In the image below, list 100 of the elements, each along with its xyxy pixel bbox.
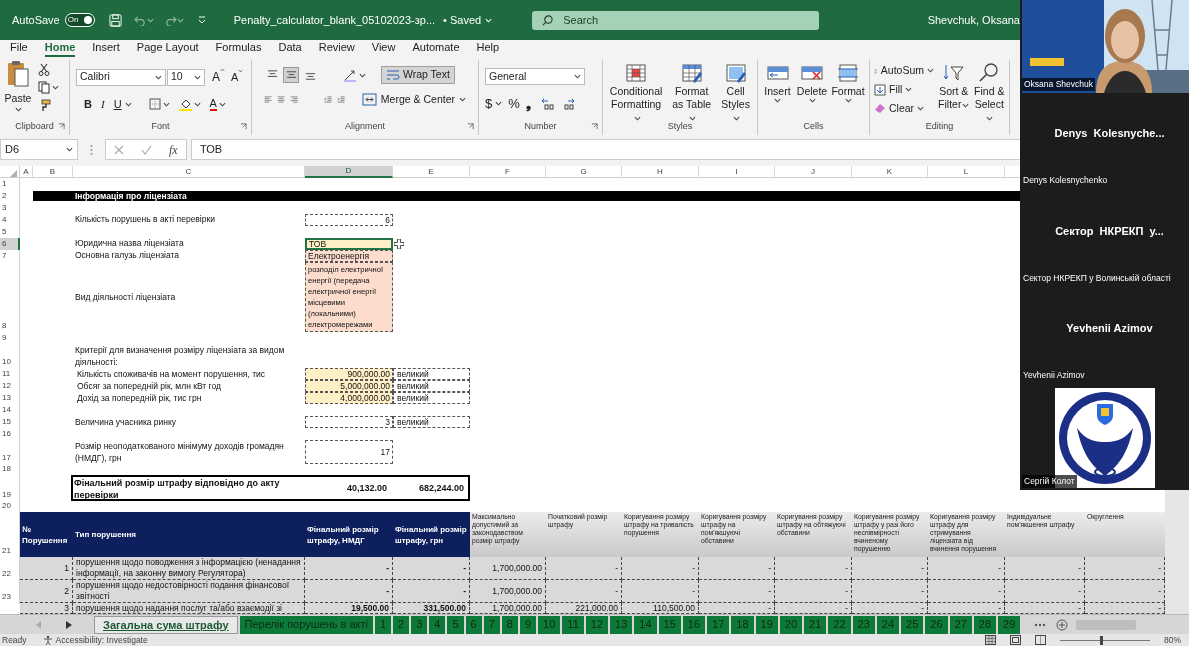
fill-color-button[interactable] <box>178 97 201 111</box>
caret-icon[interactable] <box>193 101 201 107</box>
formula-input[interactable]: ТОВ <box>191 139 1023 160</box>
horizontal-scrollbar[interactable] <box>1076 619 1137 630</box>
insert-function-button[interactable]: fx <box>168 140 178 159</box>
row-header[interactable]: 9 <box>0 332 20 344</box>
row-header[interactable]: 22 <box>0 557 20 580</box>
menu-tab[interactable]: Help <box>476 40 500 57</box>
menu-tab[interactable]: Home <box>44 40 76 57</box>
caret-icon[interactable] <box>962 102 970 108</box>
editing-button[interactable]: Sort & Filter <box>938 63 970 111</box>
row-header[interactable]: 13 <box>0 392 20 404</box>
menu-tab[interactable]: File <box>10 40 28 57</box>
row-header[interactable]: 21 <box>0 512 20 557</box>
page-break-view-icon[interactable] <box>1035 635 1046 645</box>
copy-button[interactable] <box>38 81 59 94</box>
normal-view-icon[interactable] <box>985 635 996 645</box>
caret-icon[interactable] <box>917 105 925 111</box>
comma-style-button[interactable]: ❟ <box>525 94 531 114</box>
customize-menu-icon[interactable] <box>197 16 206 24</box>
dialog-launcher-icon[interactable] <box>240 123 247 130</box>
cells-button[interactable]: Insert <box>764 63 791 103</box>
next-sheet-icon[interactable] <box>66 620 72 629</box>
styles-button[interactable]: Conditional Formatting <box>609 63 664 124</box>
row-header[interactable]: 17 <box>0 440 20 464</box>
caret-icon[interactable] <box>155 74 162 80</box>
column-header[interactable]: D <box>305 166 393 178</box>
zoom-slider-thumb[interactable] <box>1100 635 1104 645</box>
row-header[interactable]: 19 <box>0 475 20 501</box>
caret-icon[interactable] <box>124 101 132 107</box>
menu-tab[interactable]: Insert <box>92 40 120 57</box>
name-box[interactable]: D6 <box>0 139 78 160</box>
menu-tab[interactable]: Data <box>278 40 302 57</box>
underline-button[interactable]: U <box>113 96 122 113</box>
value-cell[interactable]: Електроенергія <box>305 250 393 262</box>
row-header[interactable]: 1 <box>0 178 20 190</box>
caret-icon[interactable] <box>218 101 226 107</box>
font-color-button[interactable]: A <box>209 97 226 111</box>
menu-tab[interactable]: Formulas <box>215 40 262 57</box>
row-header[interactable]: 10 <box>0 344 20 368</box>
vertical-align-button[interactable] <box>283 67 299 83</box>
caret-icon[interactable] <box>689 115 697 121</box>
merge-center-button[interactable]: Merge & Center <box>361 92 466 108</box>
save-status[interactable]: • Saved <box>443 11 493 29</box>
search-field[interactable]: Search <box>532 10 820 30</box>
accessibility-icon[interactable] <box>42 635 53 645</box>
row-header[interactable]: 3 <box>0 202 20 214</box>
caret-icon[interactable] <box>66 147 73 152</box>
italic-button[interactable]: I <box>100 96 105 113</box>
cells-button[interactable]: Format <box>833 63 863 103</box>
wrap-text-button[interactable]: Wrap Text <box>381 66 455 84</box>
caret-icon[interactable] <box>574 74 581 79</box>
cut-icon[interactable] <box>38 63 50 76</box>
menu-tab[interactable]: Page Layout <box>136 40 199 57</box>
bold-button[interactable]: B <box>84 96 92 113</box>
caret-icon[interactable] <box>495 101 503 107</box>
dialog-launcher-icon[interactable] <box>58 123 65 130</box>
add-sheet-icon[interactable] <box>1056 618 1069 631</box>
currency-button[interactable]: $ <box>485 94 493 114</box>
save-icon[interactable] <box>108 13 122 27</box>
row-header[interactable]: 12 <box>0 380 20 392</box>
caret-icon[interactable] <box>927 68 934 74</box>
zoom-level[interactable]: 80% <box>1164 633 1181 646</box>
row-header[interactable]: 4 <box>0 214 20 226</box>
cells-button[interactable]: Delete <box>797 63 827 103</box>
dialog-launcher-icon[interactable] <box>467 123 474 130</box>
caret-icon[interactable] <box>733 115 741 121</box>
row-header[interactable]: 7 <box>0 250 20 262</box>
row-header[interactable]: 23 <box>0 580 20 603</box>
row-header[interactable]: 16 <box>0 428 20 440</box>
caret-icon[interactable] <box>808 98 816 103</box>
dialog-launcher-icon[interactable] <box>591 123 598 130</box>
row-header[interactable]: 8 <box>0 262 20 332</box>
borders-button[interactable] <box>148 98 170 111</box>
styles-button[interactable]: Cell Styles <box>720 63 751 124</box>
row-header[interactable]: 14 <box>0 404 20 416</box>
caret-icon[interactable] <box>459 97 466 103</box>
row-header[interactable]: 11 <box>0 368 20 380</box>
more-sheets-icon[interactable] <box>1034 622 1047 627</box>
value-cell[interactable]: ТОВ <box>305 238 393 250</box>
font-size-dropdown[interactable]: 10 <box>167 68 205 86</box>
accessibility-status[interactable]: Accessibility: Investigate <box>55 633 148 646</box>
font-name-dropdown[interactable]: Calibri <box>76 68 166 86</box>
editing-button[interactable]: Find & Select <box>973 63 1005 124</box>
value-cell[interactable]: 6 <box>305 214 393 226</box>
autosave-toggle[interactable]: On <box>64 13 95 27</box>
shrink-font-button[interactable]: A <box>231 68 244 86</box>
caret-icon[interactable] <box>844 98 852 103</box>
row-header[interactable]: 2 <box>0 190 20 202</box>
sheet-tab[interactable]: Загальна сума штрафу <box>94 615 238 634</box>
page-layout-view-icon[interactable] <box>1010 635 1021 645</box>
editing-button[interactable]: Clear <box>874 100 934 117</box>
row-header[interactable]: 15 <box>0 416 20 428</box>
row-header[interactable]: 5 <box>0 226 20 238</box>
increase-decimal-icon[interactable] <box>540 97 555 111</box>
paste-button[interactable]: Paste <box>4 60 32 112</box>
row-header[interactable]: 18 <box>0 464 20 475</box>
grow-font-button[interactable]: A <box>212 68 225 86</box>
caret-icon[interactable] <box>633 115 641 121</box>
menu-tab[interactable]: Review <box>318 40 355 57</box>
